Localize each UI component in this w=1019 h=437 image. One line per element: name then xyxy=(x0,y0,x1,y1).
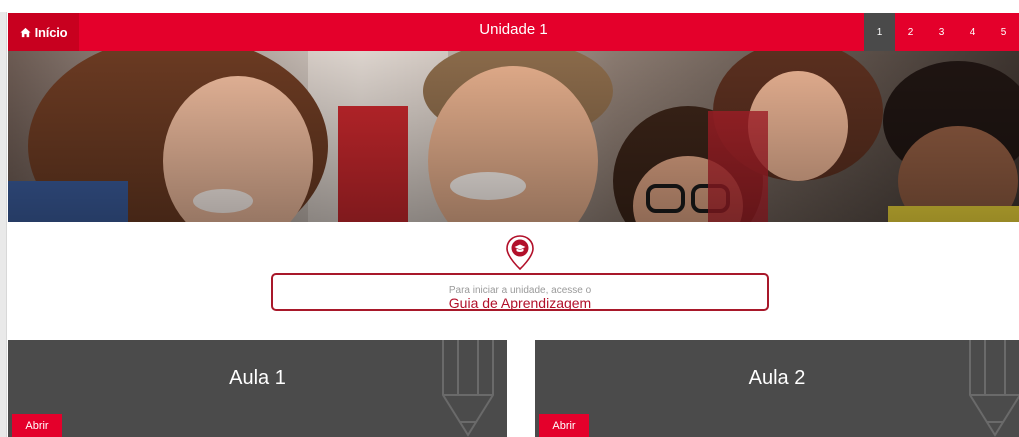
graduation-cap-pin-icon xyxy=(506,235,534,271)
guide-link-text: Guia de Aprendizagem xyxy=(448,295,592,311)
lesson-title: Aula 1 xyxy=(229,367,286,389)
left-frame-border xyxy=(0,12,7,437)
home-icon xyxy=(20,27,31,37)
hero-banner-image xyxy=(8,51,1019,222)
unit-pagination: 1 2 3 4 5 xyxy=(864,13,1019,51)
page-2-link[interactable]: 2 xyxy=(895,13,926,51)
home-button[interactable]: Início xyxy=(8,13,79,51)
frame-top xyxy=(0,0,1019,12)
page-1-link[interactable]: 1 xyxy=(864,13,895,51)
lesson-card-2: Aula 2 Abrir xyxy=(535,340,1019,437)
pencil-icon xyxy=(442,340,494,437)
page-5-link[interactable]: 5 xyxy=(988,13,1019,51)
page-3-link[interactable]: 3 xyxy=(926,13,957,51)
pencil-icon xyxy=(969,340,1019,437)
top-navigation-bar: Início Unidade 1 1 2 3 4 5 xyxy=(8,13,1019,51)
open-lesson-1-button[interactable]: Abrir xyxy=(12,414,62,437)
lesson-title: Aula 2 xyxy=(748,367,806,389)
learning-guide-link[interactable]: Para iniciar a unidade, acesse o Guia de… xyxy=(271,273,769,311)
home-label: Início xyxy=(34,24,68,40)
guide-section: Para iniciar a unidade, acesse o Guia de… xyxy=(8,222,1019,340)
open-lesson-2-button[interactable]: Abrir xyxy=(539,414,589,437)
page-4-link[interactable]: 4 xyxy=(957,13,988,51)
lesson-card-1: Aula 1 Abrir xyxy=(8,340,507,437)
